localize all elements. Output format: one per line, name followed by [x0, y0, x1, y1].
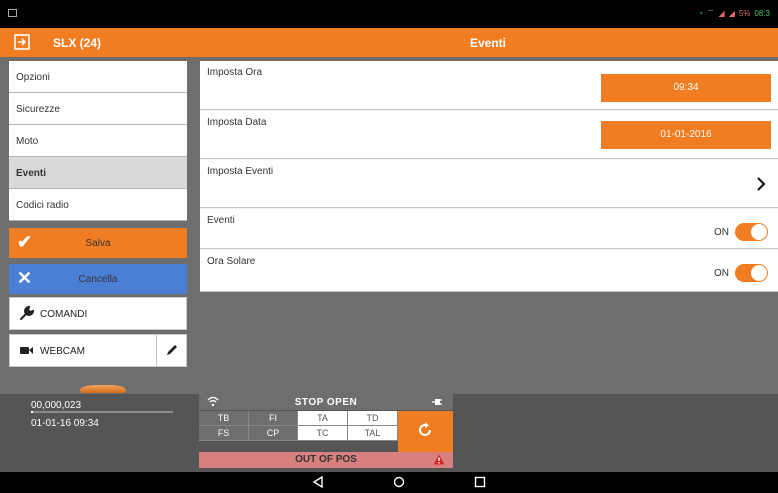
- warning-icon: [433, 454, 445, 465]
- main-content: Imposta Ora 09:34 Imposta Data 01-01-201…: [198, 57, 778, 394]
- datetime-readout: 01-01-16 09:34: [31, 418, 99, 429]
- commands-label: COMANDI: [40, 309, 88, 320]
- status-cell-ta: TA: [298, 411, 348, 426]
- app-title: SLX (24): [53, 36, 102, 50]
- back-icon[interactable]: [312, 476, 324, 488]
- save-button-label: Salva: [85, 238, 111, 249]
- bottom-status-bar: 00,000,023 01-01-16 09:34 STOP OPEN TB F…: [0, 394, 778, 472]
- sidebar-item-moto[interactable]: Moto: [9, 125, 187, 157]
- status-cell-tb: TB: [199, 411, 249, 426]
- settings-row-events: Eventi ON: [200, 209, 778, 249]
- status-cell-cp: CP: [249, 426, 298, 441]
- webcam-edit-button[interactable]: [156, 335, 186, 366]
- events-settings-panel: Imposta Ora 09:34 Imposta Data 01-01-201…: [200, 61, 778, 292]
- wifi-icon: ◔: [698, 8, 704, 18]
- status-cell-fs: FS: [199, 426, 249, 441]
- notification-icon: [8, 9, 17, 17]
- status-cell-tc: TC: [298, 426, 348, 441]
- sidebar-item-eventi[interactable]: Eventi: [9, 157, 187, 189]
- daylight-toggle-state: ON: [714, 267, 729, 279]
- time-value-button[interactable]: 09:34: [601, 74, 771, 102]
- status-indicators: ◔ ⌔ ◢ ◢ 5% 08:3: [698, 8, 770, 18]
- clock: 08:3: [754, 8, 770, 18]
- sidebar-item-opzioni[interactable]: Opzioni: [9, 61, 187, 93]
- recent-apps-icon[interactable]: [474, 476, 486, 488]
- home-icon[interactable]: [393, 476, 405, 488]
- events-toggle-group: ON: [714, 223, 768, 241]
- sidebar-item-codici-radio[interactable]: Codici radio: [9, 189, 187, 221]
- settings-row-daylight: Ora Solare ON: [200, 250, 778, 292]
- settings-row-events-setup[interactable]: Imposta Eventi: [200, 160, 778, 208]
- sidebar-menu: Opzioni Sicurezze Moto Eventi Codici rad…: [9, 61, 187, 221]
- webcam-button[interactable]: WEBCAM: [9, 334, 187, 367]
- cell-signal-icon: ◢: [718, 8, 725, 18]
- daylight-toggle[interactable]: [735, 264, 768, 282]
- save-button[interactable]: ✔ Salva: [9, 228, 187, 258]
- cancel-button-label: Cancella: [78, 274, 118, 285]
- gate-status-panel: STOP OPEN TB FI TA TD FS CP TC TAL OUT O…: [199, 394, 453, 468]
- status-cell-fi: FI: [249, 411, 298, 426]
- position-readout: 00,000,023: [31, 400, 82, 411]
- events-label: Eventi: [207, 215, 235, 226]
- position-bar: [31, 411, 173, 413]
- status-header: STOP OPEN: [199, 394, 453, 410]
- daylight-label: Ora Solare: [207, 256, 256, 267]
- events-toggle-state: ON: [714, 226, 729, 238]
- navigation-bar: [0, 472, 778, 493]
- refresh-icon: [419, 422, 431, 436]
- settings-row-date: Imposta Data 01-01-2016: [200, 111, 778, 159]
- title-bar: SLX (24) Eventi: [0, 28, 778, 57]
- toggle-knob: [751, 224, 767, 240]
- date-label: Imposta Data: [207, 117, 267, 128]
- pencil-icon: [167, 345, 177, 355]
- sidebar-item-sicurezze[interactable]: Sicurezze: [9, 93, 187, 125]
- status-cell-td: TD: [348, 411, 398, 426]
- date-value-button[interactable]: 01-01-2016: [601, 121, 771, 149]
- status-cell-tal: TAL: [348, 426, 398, 441]
- webcam-label: WEBCAM: [40, 346, 85, 357]
- refresh-button[interactable]: [398, 411, 453, 452]
- commands-button[interactable]: COMANDI: [9, 297, 187, 330]
- status-title: STOP OPEN: [294, 397, 358, 408]
- cancel-button[interactable]: ✕ Cancella: [9, 264, 187, 294]
- plug-icon: [432, 399, 442, 405]
- out-of-position-label: OUT OF POS: [295, 454, 357, 465]
- chevron-right-icon: [757, 177, 766, 191]
- status-bar: ◔ ⌔ ◢ ◢ 5% 08:3: [0, 0, 778, 28]
- sidebar: Opzioni Sicurezze Moto Eventi Codici rad…: [0, 57, 198, 394]
- out-of-position-alert: OUT OF POS: [199, 452, 453, 468]
- daylight-toggle-group: ON: [714, 264, 768, 282]
- settings-row-time: Imposta Ora 09:34: [200, 61, 778, 110]
- events-setup-label: Imposta Eventi: [207, 166, 274, 177]
- wifi-signal-icon: ⌔: [707, 8, 715, 17]
- page-title: Eventi: [470, 36, 507, 50]
- wrench-icon: [20, 305, 35, 320]
- cell-signal-2-icon: ◢: [728, 8, 735, 18]
- battery-level: 5%: [738, 8, 751, 18]
- video-camera-icon: [20, 347, 33, 354]
- time-label: Imposta Ora: [207, 67, 263, 78]
- exit-icon[interactable]: [14, 34, 30, 50]
- sidebar-pull-tab[interactable]: [80, 385, 126, 393]
- events-toggle[interactable]: [735, 223, 768, 241]
- toggle-knob: [751, 265, 767, 281]
